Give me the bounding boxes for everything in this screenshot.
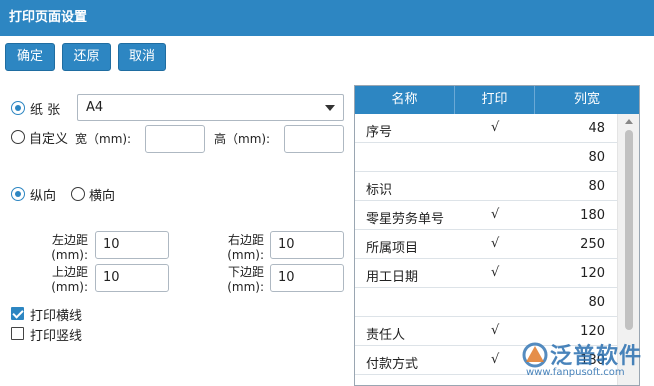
- paper-size-label: 纸 张: [30, 103, 61, 118]
- landscape-label: 横向: [89, 189, 116, 204]
- table-row[interactable]: 标识 80: [355, 172, 617, 201]
- left-margin-input[interactable]: 10: [95, 231, 169, 259]
- watermark-url: www.fanpusoft.com: [526, 367, 625, 378]
- portrait-radio[interactable]: [11, 187, 25, 201]
- chevron-down-icon: [325, 105, 335, 111]
- top-margin-label: 上边距 (mm):: [51, 265, 88, 294]
- cell-print[interactable]: √: [491, 265, 499, 280]
- custom-width-input[interactable]: [145, 125, 205, 153]
- restore-button[interactable]: 还原: [62, 43, 111, 71]
- table-row[interactable]: 序号 √ 48: [355, 114, 617, 143]
- cell-print[interactable]: √: [491, 207, 499, 222]
- cell-name: 所属项目: [366, 241, 419, 256]
- cell-name: 零星劳务单号: [366, 212, 445, 227]
- cell-width[interactable]: 48: [588, 121, 605, 136]
- scroll-thumb[interactable]: [625, 130, 633, 330]
- table-row[interactable]: 所属项目 √ 250: [355, 230, 617, 259]
- brand-logo-icon: [522, 342, 548, 368]
- cell-name: 标识: [366, 183, 393, 198]
- right-margin-input[interactable]: 10: [270, 231, 344, 259]
- header-print[interactable]: 打印: [455, 86, 535, 114]
- table-row[interactable]: 80: [355, 143, 617, 172]
- custom-width-label: 宽（mm):: [75, 132, 132, 146]
- table-row[interactable]: 80: [355, 288, 617, 317]
- cell-width[interactable]: 120: [580, 324, 605, 339]
- print-vlines-label: 打印竖线: [30, 329, 83, 344]
- custom-size-radio[interactable]: [11, 130, 25, 144]
- scroll-up-icon[interactable]: [625, 119, 633, 124]
- cell-name: 用工日期: [366, 270, 419, 285]
- cell-print[interactable]: √: [491, 236, 499, 251]
- watermark-brand: 泛普软件: [550, 344, 643, 369]
- table-row[interactable]: 用工日期 √ 120: [355, 259, 617, 288]
- landscape-radio[interactable]: [71, 187, 85, 201]
- custom-size-label: 自定义: [29, 132, 69, 147]
- window-title: 打印页面设置: [0, 0, 654, 36]
- cell-name: 序号: [366, 125, 393, 140]
- cell-name: 责任人: [366, 328, 406, 343]
- paper-size-select[interactable]: A4: [77, 94, 344, 121]
- cell-width[interactable]: 80: [588, 150, 605, 165]
- top-margin-input[interactable]: 10: [95, 264, 169, 292]
- cell-width[interactable]: 120: [580, 266, 605, 281]
- right-margin-label: 右边距 (mm):: [227, 233, 264, 262]
- portrait-label: 纵向: [30, 189, 57, 204]
- table-row[interactable]: 零星劳务单号 √ 180: [355, 201, 617, 230]
- paper-size-value: A4: [86, 100, 104, 115]
- cell-print[interactable]: √: [491, 352, 499, 367]
- header-name[interactable]: 名称: [355, 86, 455, 114]
- toolbar: 确定 还原 取消: [0, 36, 654, 78]
- custom-height-label: 高（mm):: [214, 132, 271, 146]
- cancel-button[interactable]: 取消: [118, 43, 166, 71]
- grid-header: 名称 打印 列宽: [355, 86, 639, 114]
- cell-width[interactable]: 250: [580, 237, 605, 252]
- cell-print[interactable]: √: [491, 323, 499, 338]
- watermark: 泛普软件 www.fanpusoft.com: [520, 338, 654, 386]
- cell-width[interactable]: 80: [588, 295, 605, 310]
- cell-width[interactable]: 180: [580, 208, 605, 223]
- custom-height-input[interactable]: [284, 125, 344, 153]
- cell-width[interactable]: 80: [588, 179, 605, 194]
- print-hlines-label: 打印横线: [30, 309, 83, 324]
- header-width[interactable]: 列宽: [535, 86, 639, 114]
- bottom-margin-input[interactable]: 10: [270, 264, 344, 292]
- ok-button[interactable]: 确定: [5, 43, 55, 71]
- paper-size-radio[interactable]: [11, 101, 25, 115]
- print-vlines-checkbox[interactable]: [11, 327, 24, 340]
- print-hlines-checkbox[interactable]: [11, 307, 24, 320]
- cell-print[interactable]: √: [491, 120, 499, 135]
- bottom-margin-label: 下边距 (mm):: [227, 265, 264, 294]
- cell-name: 付款方式: [366, 357, 419, 372]
- left-margin-label: 左边距 (mm):: [51, 233, 88, 262]
